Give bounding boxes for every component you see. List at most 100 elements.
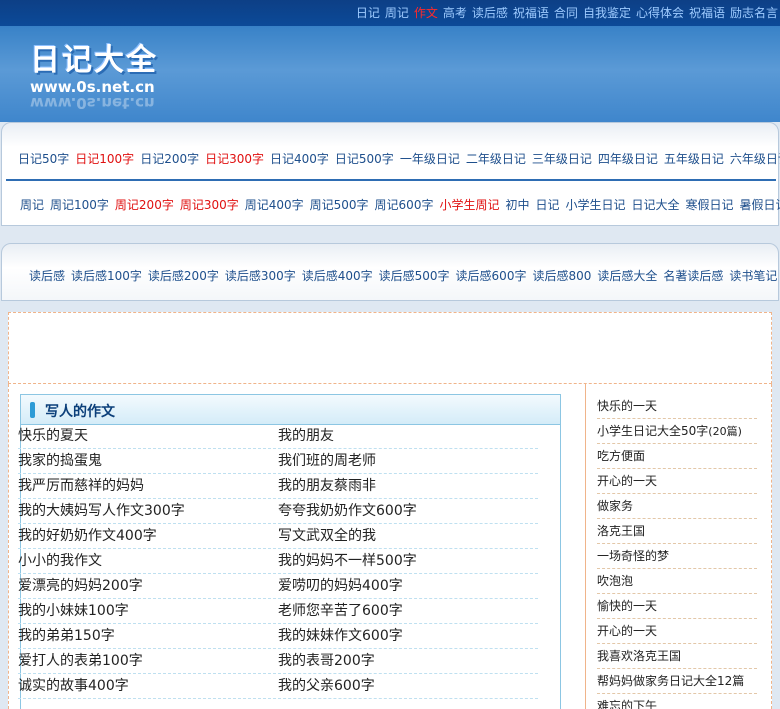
- weekly-nav-link[interactable]: 寒假日记: [686, 198, 734, 212]
- sidebar-item[interactable]: 开心的一天: [597, 619, 757, 644]
- review-nav-link[interactable]: 读后感400字: [302, 269, 373, 283]
- article-column-right: 我的朋友 我们班的周老师 我的朋友蔡雨非 夸夸我奶奶作文600字 写文武双全的我 我的妈妈…: [278, 424, 538, 699]
- article-link[interactable]: 写文武双全的我: [278, 524, 538, 549]
- sidebar-item[interactable]: 小学生日记大全50字(20篇): [597, 419, 757, 444]
- sidebar-item[interactable]: 开心的一天: [597, 469, 757, 494]
- review-nav-link[interactable]: 读后感600字: [456, 269, 527, 283]
- diary-nav-link[interactable]: 五年级日记: [664, 152, 724, 166]
- diary-nav-link[interactable]: 日记300字: [205, 152, 264, 166]
- sidebar-item-label: 帮妈妈做家务日记大全12篇: [597, 674, 745, 688]
- ad-placeholder: [8, 312, 772, 384]
- review-nav-link[interactable]: 名著读后感: [663, 269, 723, 283]
- top-nav-link[interactable]: 日记: [356, 6, 380, 20]
- sidebar-item-note: (20篇): [708, 425, 742, 438]
- site-logo[interactable]: 日记大全 www.0s.net.cn www.0s.net.cn: [30, 44, 158, 113]
- diary-nav-link[interactable]: 日记400字: [270, 152, 329, 166]
- weekly-nav-link[interactable]: 周记: [20, 198, 44, 212]
- article-link[interactable]: 爱唠叨的妈妈400字: [278, 574, 538, 599]
- sidebar-item[interactable]: 我喜欢洛克王国: [597, 644, 757, 669]
- diary-nav-link[interactable]: 日记200字: [140, 152, 199, 166]
- site-header: 日记 周记 作文 高考 读后感 祝福语 合同 自我鉴定 心得体会 祝福语 励志名言 日记大全 www…: [0, 0, 780, 122]
- article-link[interactable]: 我的表哥200字: [278, 649, 538, 674]
- article-link[interactable]: 我的大姨妈写人作文300字: [18, 499, 276, 524]
- weekly-nav-link[interactable]: 周记400字: [245, 198, 304, 212]
- nav-row-diary: 日记50字 日记100字 日记200字 日记300字 日记400字 日记500字 一年级日记…: [2, 150, 780, 167]
- article-column-left: 快乐的夏天 我家的捣蛋鬼 我严厉而慈祥的妈妈 我的大姨妈写人作文300字 我的好奶奶作文…: [18, 424, 278, 699]
- weekly-nav-link[interactable]: 小学生日记: [566, 198, 626, 212]
- review-nav-link[interactable]: 读后感: [29, 269, 65, 283]
- article-link[interactable]: 我家的捣蛋鬼: [18, 449, 276, 474]
- sidebar-item[interactable]: 快乐的一天: [597, 394, 757, 419]
- article-link[interactable]: 我的妹妹作文600字: [278, 624, 538, 649]
- article-link[interactable]: 我的好奶奶作文400字: [18, 524, 276, 549]
- sidebar-item-label: 我喜欢洛克王国: [597, 649, 682, 663]
- weekly-nav-link[interactable]: 周记300字: [180, 198, 239, 212]
- diary-nav-link[interactable]: 日记50字: [18, 152, 69, 166]
- weekly-nav-link[interactable]: 周记500字: [310, 198, 369, 212]
- review-nav-link[interactable]: 读书笔记: [729, 269, 777, 283]
- article-link[interactable]: 我的弟弟150字: [18, 624, 276, 649]
- article-link[interactable]: 我们班的周老师: [278, 449, 538, 474]
- diary-nav-link[interactable]: 三年级日记: [532, 152, 592, 166]
- diary-nav-link[interactable]: 四年级日记: [598, 152, 658, 166]
- review-nav-link[interactable]: 读后感800: [532, 269, 591, 283]
- diary-nav-link[interactable]: 二年级日记: [466, 152, 526, 166]
- weekly-nav-link[interactable]: 日记大全: [632, 198, 680, 212]
- diary-nav-link[interactable]: 日记100字: [75, 152, 134, 166]
- sidebar-item-label: 一场奇怪的梦: [597, 549, 670, 563]
- sidebar-item[interactable]: 难忘的下午: [597, 694, 757, 709]
- top-nav-link[interactable]: 高考: [443, 6, 467, 20]
- article-link[interactable]: 小小的我作文: [18, 549, 276, 574]
- sidebar-item[interactable]: 帮妈妈做家务日记大全12篇: [597, 669, 757, 694]
- weekly-nav-link[interactable]: 小学生周记: [439, 198, 499, 212]
- diary-nav-link[interactable]: 日记500字: [335, 152, 394, 166]
- top-nav-link[interactable]: 作文: [414, 6, 438, 20]
- sidebar-item-label: 做家务: [597, 499, 634, 513]
- article-link[interactable]: 夸夸我奶奶作文600字: [278, 499, 538, 524]
- sidebar-item-label: 洛克王国: [597, 524, 646, 538]
- article-link[interactable]: 诚实的故事400字: [18, 674, 276, 699]
- sidebar-item[interactable]: 一场奇怪的梦: [597, 544, 757, 569]
- top-nav-link[interactable]: 读后感: [472, 6, 508, 20]
- article-link[interactable]: 我的妈妈不一样500字: [278, 549, 538, 574]
- sidebar-item[interactable]: 洛克王国: [597, 519, 757, 544]
- review-nav-link[interactable]: 读后感大全: [597, 269, 657, 283]
- weekly-nav-link[interactable]: 初中: [505, 198, 529, 212]
- article-link[interactable]: 我的小妹妹100字: [18, 599, 276, 624]
- nav-row-review: 读后感 读后感100字 读后感200字 读后感300字 读后感400字 读后感500字 读后…: [2, 267, 778, 284]
- weekly-nav-link[interactable]: 日记: [535, 198, 559, 212]
- top-nav-link[interactable]: 周记: [385, 6, 409, 20]
- logo-url-reflection: www.0s.net.cn: [30, 94, 155, 112]
- top-nav-link[interactable]: 自我鉴定: [583, 6, 631, 20]
- top-nav-link[interactable]: 励志名言: [730, 6, 778, 20]
- sidebar-item-label: 吹泡泡: [597, 574, 634, 588]
- top-nav-link[interactable]: 合同: [554, 6, 578, 20]
- review-nav-link[interactable]: 读后感500字: [379, 269, 450, 283]
- sidebar-item[interactable]: 愉快的一天: [597, 594, 757, 619]
- review-nav-link[interactable]: 读后感300字: [225, 269, 296, 283]
- sidebar-item[interactable]: 做家务: [597, 494, 757, 519]
- article-link[interactable]: 我的朋友蔡雨非: [278, 474, 538, 499]
- review-nav-link[interactable]: 读后感100字: [71, 269, 142, 283]
- article-link[interactable]: 老师您辛苦了600字: [278, 599, 538, 624]
- sidebar-item[interactable]: 吹泡泡: [597, 569, 757, 594]
- article-link[interactable]: 快乐的夏天: [18, 424, 276, 449]
- top-nav-link[interactable]: 祝福语: [689, 6, 725, 20]
- diary-nav-link[interactable]: 六年级日记: [730, 152, 780, 166]
- article-link[interactable]: 我的父亲600字: [278, 674, 538, 699]
- sidebar-item[interactable]: 吃方便面: [597, 444, 757, 469]
- top-nav-link[interactable]: 心得体会: [636, 6, 684, 20]
- top-nav-link[interactable]: 祝福语: [513, 6, 549, 20]
- weekly-nav-link[interactable]: 周记100字: [50, 198, 109, 212]
- article-link[interactable]: 爱打人的表弟100字: [18, 649, 276, 674]
- weekly-nav-link[interactable]: 暑假日记: [740, 198, 780, 212]
- diary-nav-link[interactable]: 一年级日记: [400, 152, 460, 166]
- article-link[interactable]: 我严厉而慈祥的妈妈: [18, 474, 276, 499]
- weekly-nav-link[interactable]: 周记200字: [115, 198, 174, 212]
- review-nav-link[interactable]: 读后感200字: [148, 269, 219, 283]
- sidebar-item-label: 小学生日记大全50字: [597, 424, 709, 438]
- article-link[interactable]: 我的朋友: [278, 424, 538, 449]
- weekly-nav-link[interactable]: 周记600字: [375, 198, 434, 212]
- sidebar-item-label: 开心的一天: [597, 474, 658, 488]
- article-link[interactable]: 爱漂亮的妈妈200字: [18, 574, 276, 599]
